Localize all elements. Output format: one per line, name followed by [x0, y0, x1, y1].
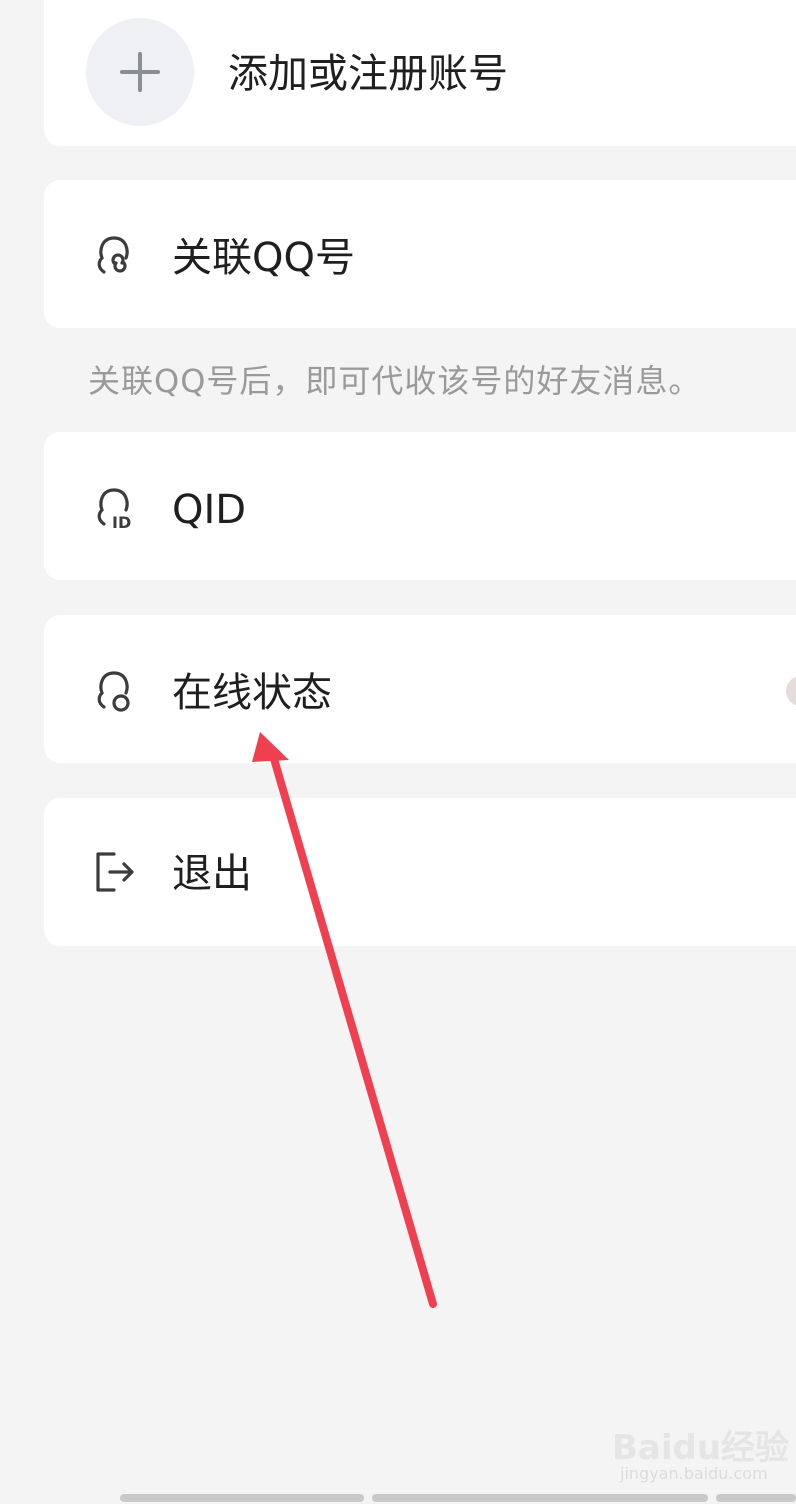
- logout-icon: [96, 852, 134, 892]
- watermark-url: jingyan.baidu.com: [620, 1464, 768, 1483]
- online-status-item[interactable]: 在线状态: [44, 615, 796, 763]
- link-account-icon: [97, 236, 129, 274]
- home-indicator: [372, 1494, 708, 1502]
- qid-label: QID: [172, 487, 247, 533]
- home-indicator: [120, 1494, 364, 1502]
- logout-label: 退出: [172, 851, 252, 897]
- baidu-jingyan-watermark: Baidu经验 jingyan.baidu.com: [612, 1420, 789, 1490]
- link-qq-label: 关联QQ号: [172, 235, 355, 281]
- svg-text:ID: ID: [112, 513, 131, 532]
- add-account-card[interactable]: 添加或注册账号: [44, 0, 796, 146]
- watermark-logo-text: Baidu经验: [612, 1428, 790, 1468]
- status-icon: [97, 671, 130, 712]
- add-account-label: 添加或注册账号: [228, 51, 508, 97]
- link-qq-item[interactable]: 关联QQ号: [44, 180, 796, 328]
- id-icon: ID: [97, 488, 131, 532]
- home-indicator: [716, 1494, 796, 1502]
- qid-item[interactable]: ID QID: [44, 432, 796, 580]
- online-status-label: 在线状态: [172, 670, 332, 716]
- plus-icon: [120, 52, 160, 92]
- logout-item[interactable]: 退出: [44, 798, 796, 946]
- add-account-button[interactable]: [86, 18, 194, 126]
- link-qq-hint: 关联QQ号后，即可代收该号的好友消息。: [88, 362, 702, 400]
